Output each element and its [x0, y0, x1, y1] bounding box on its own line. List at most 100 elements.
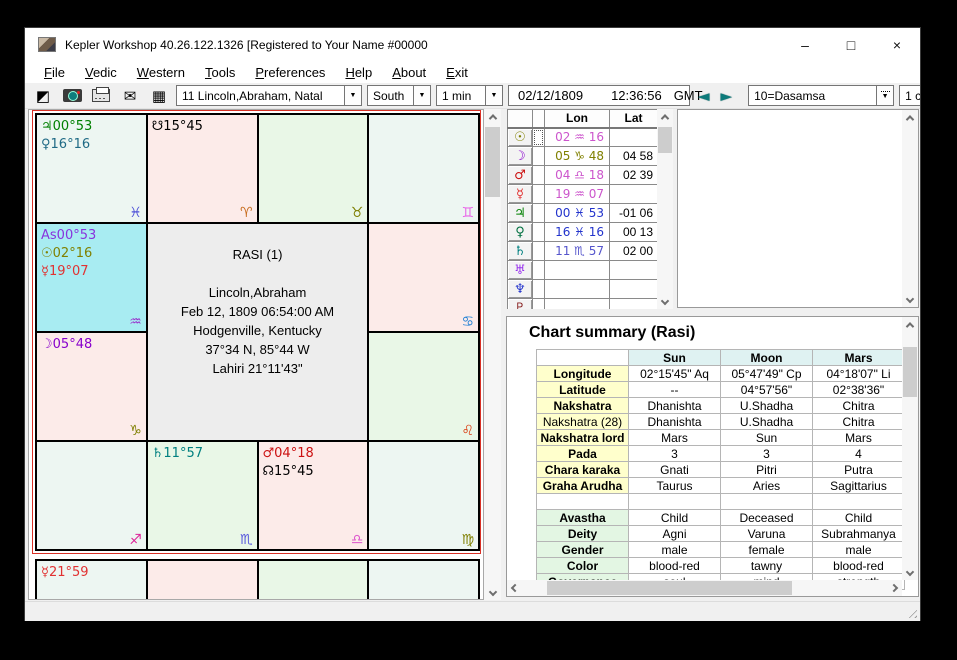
resize-grip-icon[interactable] — [905, 606, 917, 618]
latitude-cell — [610, 128, 658, 147]
rasi-cell-gemini[interactable]: ♊ — [369, 115, 478, 222]
moon-glyph-button[interactable]: ☽ — [508, 147, 533, 166]
chart-style-select[interactable]: South ▼ — [367, 85, 431, 106]
rasi-cell-taurus[interactable]: ♉ — [259, 115, 368, 222]
scroll-down-icon[interactable] — [902, 564, 918, 580]
menu-file[interactable]: File — [34, 65, 75, 80]
pluto-glyph-button[interactable]: ♇ — [508, 299, 533, 310]
chevron-down-icon[interactable]: ▼ — [344, 86, 361, 105]
scroll-up-icon[interactable] — [902, 110, 918, 126]
planet-position: ☊15°45 — [263, 463, 368, 481]
email-icon-button[interactable]: ✉ — [118, 85, 142, 106]
camera-icon-button[interactable] — [60, 85, 84, 106]
menu-exit[interactable]: Exit — [436, 65, 478, 80]
scroll-up-icon[interactable] — [902, 317, 918, 333]
selection-cell[interactable] — [533, 223, 545, 242]
jupiter-glyph-button[interactable]: ♃ — [508, 204, 533, 223]
minimize-button[interactable]: – — [782, 28, 828, 61]
film-grid-icon-button[interactable]: ▦ — [147, 85, 171, 106]
title-bar[interactable]: Kepler Workshop 40.26.122.1326 [Register… — [25, 28, 920, 61]
rasi-cell-aquarius[interactable]: As00°53☉02°16☿19°07♒ — [37, 224, 146, 331]
column-header-sun: Sun — [629, 350, 721, 366]
rasi-grid-next: ☿21°59 — [35, 559, 480, 600]
scrollbar-thumb[interactable] — [903, 347, 917, 397]
planet-row-uranus: ♅ — [508, 261, 658, 280]
next-chart-cell-cell-2[interactable] — [259, 561, 368, 600]
menu-bar: File Vedic Western Tools Preferences Hel… — [25, 61, 920, 83]
datetime-field[interactable]: 02/12/1809 12:36:56 GMT — [508, 85, 690, 106]
planet-glyph: ☽ — [41, 337, 53, 352]
chevron-down-icon[interactable]: ▼ — [485, 86, 502, 105]
close-button[interactable]: × — [874, 28, 920, 61]
scrollbar-thumb[interactable] — [658, 127, 672, 153]
mars-glyph-button[interactable]: ♂ — [508, 166, 533, 185]
sun-glyph-button[interactable]: ☉ — [508, 128, 533, 147]
chart-select[interactable]: 11 Lincoln,Abraham, Natal ▼ — [176, 85, 362, 106]
scroll-left-icon[interactable] — [507, 580, 523, 596]
menu-tools[interactable]: Tools — [195, 65, 245, 80]
next-chart-cell-cell-3[interactable] — [369, 561, 478, 600]
selection-cell[interactable] — [533, 147, 545, 166]
rasi-cell-scorpio[interactable]: ♄11°57♏ — [148, 442, 257, 549]
chevron-down-dotted-icon[interactable]: ▼ — [876, 86, 893, 105]
menu-help[interactable]: Help — [335, 65, 382, 80]
latitude-cell — [610, 299, 658, 310]
planet-table-scrollbar[interactable] — [657, 109, 673, 309]
scrollbar-thumb[interactable] — [485, 127, 500, 197]
chevron-down-icon[interactable]: ▼ — [413, 86, 430, 105]
rasi-cell-sagittarius[interactable]: ♐ — [37, 442, 146, 549]
scroll-up-icon[interactable] — [657, 109, 673, 125]
draw-icon-button[interactable]: ◩ — [31, 85, 55, 106]
rasi-cell-virgo[interactable]: ♍ — [369, 442, 478, 549]
neptune-glyph-button[interactable]: ♆ — [508, 280, 533, 299]
next-chart-cell-cell-1[interactable] — [148, 561, 257, 600]
menu-about[interactable]: About — [382, 65, 436, 80]
rasi-cell-pisces[interactable]: ♃00°53♀16°16♓ — [37, 115, 146, 222]
planet-glyph: ♀ — [41, 137, 51, 152]
selection-cell[interactable] — [533, 299, 545, 310]
rasi-cell-capricorn[interactable]: ☽05°48♑ — [37, 333, 146, 440]
selection-cell[interactable] — [533, 242, 545, 261]
scroll-up-icon[interactable] — [484, 109, 501, 125]
planet-glyph: ☋ — [152, 119, 164, 134]
summary-horizontal-scrollbar[interactable] — [507, 580, 902, 596]
next-chart-cell-cell-0[interactable]: ☿21°59 — [37, 561, 146, 600]
varga-select[interactable]: 10=Dasamsa ▼ — [748, 85, 894, 106]
maximize-button[interactable]: □ — [828, 28, 874, 61]
rasi-cell-aries[interactable]: ☋15°45♈ — [148, 115, 257, 222]
columns-select[interactable]: 1 colum — [899, 85, 920, 106]
venus-glyph-button[interactable]: ♀ — [508, 223, 533, 242]
selection-cell[interactable] — [533, 261, 545, 280]
saturn-glyph-button[interactable]: ♄ — [508, 242, 533, 261]
mercury-glyph-button[interactable]: ☿ — [508, 185, 533, 204]
selection-cell[interactable] — [533, 185, 545, 204]
scroll-down-icon[interactable] — [902, 291, 918, 307]
rasi-cell-libra[interactable]: ♂04°18☊15°45♎ — [259, 442, 368, 549]
step-forward-arrow-icon[interactable]: ► — [718, 87, 736, 105]
longitude-cell — [545, 261, 610, 280]
planet-degrees: 15°45 — [274, 464, 314, 479]
menu-vedic[interactable]: Vedic — [75, 65, 127, 80]
selection-cell[interactable] — [533, 204, 545, 223]
longitude-cell: 11 ♏ 57 — [545, 242, 610, 261]
chart-vertical-scrollbar[interactable] — [484, 109, 501, 600]
chart-canvas[interactable]: RASI (1) Lincoln,Abraham Feb 12, 1809 06… — [28, 109, 484, 600]
summary-value: Taurus — [629, 478, 721, 494]
summary-vertical-scrollbar[interactable] — [902, 317, 918, 580]
selection-cell[interactable] — [533, 166, 545, 185]
menu-western[interactable]: Western — [127, 65, 195, 80]
rasi-cell-cancer[interactable]: ♋ — [369, 224, 478, 331]
scroll-down-icon[interactable] — [657, 293, 673, 309]
selection-cell[interactable] — [533, 128, 545, 147]
detail-panel-scrollbar[interactable] — [902, 110, 918, 307]
uranus-glyph-button[interactable]: ♅ — [508, 261, 533, 280]
scrollbar-thumb[interactable] — [547, 581, 792, 595]
menu-preferences[interactable]: Preferences — [245, 65, 335, 80]
scroll-down-icon[interactable] — [484, 584, 501, 600]
selection-cell[interactable] — [533, 280, 545, 299]
step-back-arrow-icon[interactable]: ◄ — [695, 87, 713, 105]
time-step-select[interactable]: 1 min ▼ — [436, 85, 503, 106]
scroll-right-icon[interactable] — [886, 580, 902, 596]
printer-icon-button[interactable] — [89, 85, 113, 106]
rasi-cell-leo[interactable]: ♌ — [369, 333, 478, 440]
